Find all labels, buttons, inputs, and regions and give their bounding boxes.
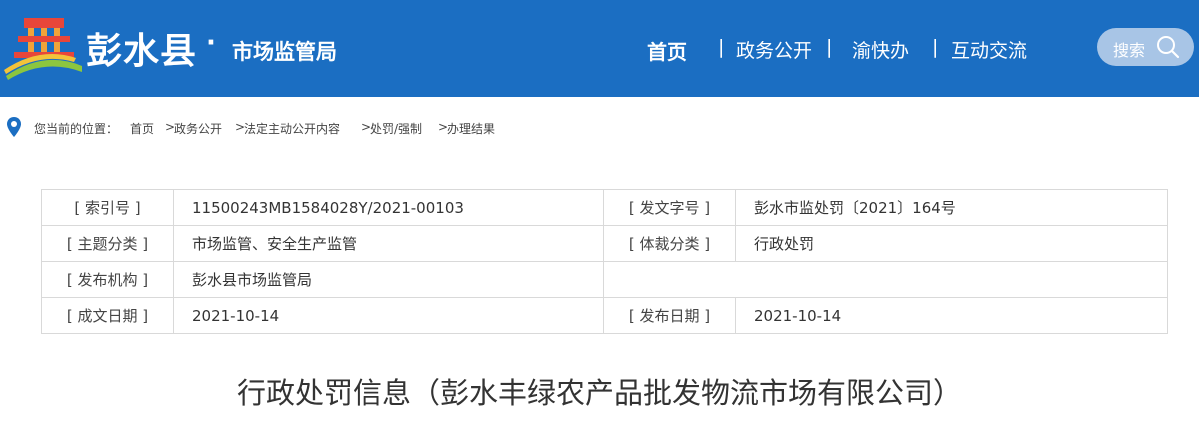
table-row: [ 主题分类 ] 市场监管、安全生产监管 [ 体裁分类 ] 行政处罚	[41, 225, 1168, 262]
info-label-index: [ 索引号 ]	[41, 189, 174, 226]
nav-separator: |	[826, 36, 833, 58]
site-name[interactable]: 彭水县	[86, 22, 197, 74]
breadcrumb-prefix: 您当前的位置：	[34, 122, 119, 136]
county-logo-icon[interactable]	[4, 14, 84, 82]
info-label-genre: [ 体裁分类 ]	[603, 225, 736, 262]
table-row: [ 索引号 ] 11500243MB1584028Y/2021-00103 [ …	[41, 189, 1168, 226]
search-label: 搜索	[1113, 41, 1146, 60]
info-value-publish-date: 2021-10-14	[735, 297, 1168, 334]
nav-separator: |	[932, 36, 939, 58]
site-header: 彭水县 · 市场监管局 首页 | 政务公开 | 渝快办 | 互动交流 搜索	[0, 0, 1199, 97]
info-label-doc-number: [ 发文字号 ]	[603, 189, 736, 226]
location-pin-icon	[7, 117, 21, 137]
info-value-doc-number: 彭水市监处罚〔2021〕164号	[735, 189, 1168, 226]
breadcrumb-item-penalty[interactable]: 处罚/强制	[370, 120, 422, 137]
info-empty-cell	[603, 261, 1168, 298]
info-value-genre: 行政处罚	[735, 225, 1168, 262]
info-label-publisher: [ 发布机构 ]	[41, 261, 174, 298]
department-name[interactable]: 市场监管局	[232, 36, 337, 66]
nav-item-interaction[interactable]: 互动交流	[951, 36, 1027, 63]
info-label-topic: [ 主题分类 ]	[41, 225, 174, 262]
breadcrumb: 您当前的位置： 首页 > 政务公开 > 法定主动公开内容 > 处罚/强制 > 办…	[0, 114, 1199, 140]
info-label-publish-date: [ 发布日期 ]	[603, 297, 736, 334]
info-value-index: 11500243MB1584028Y/2021-00103	[173, 189, 604, 226]
info-label-written-date: [ 成文日期 ]	[41, 297, 174, 334]
nav-item-gov-affairs[interactable]: 政务公开	[736, 36, 812, 63]
breadcrumb-item-home[interactable]: 首页	[130, 120, 154, 137]
document-info-table: [ 索引号 ] 11500243MB1584028Y/2021-00103 [ …	[41, 189, 1168, 334]
breadcrumb-item-results[interactable]: 办理结果	[447, 120, 495, 137]
info-value-written-date: 2021-10-14	[173, 297, 604, 334]
table-row: [ 发布机构 ] 彭水县市场监管局	[41, 261, 1168, 298]
info-value-publisher: 彭水县市场监管局	[173, 261, 604, 298]
nav-item-home[interactable]: 首页	[647, 36, 687, 65]
nav-item-yu-kuai-ban[interactable]: 渝快办	[852, 36, 909, 63]
nav-separator: |	[718, 36, 725, 58]
title-separator-dot: ·	[206, 28, 216, 58]
search-button[interactable]: 搜索	[1097, 28, 1194, 66]
breadcrumb-item-gov-affairs[interactable]: 政务公开	[174, 120, 222, 137]
breadcrumb-item-statutory[interactable]: 法定主动公开内容	[244, 120, 340, 137]
search-icon	[1157, 36, 1180, 59]
article-title: 行政处罚信息（彭水丰绿农产品批发物流市场有限公司）	[236, 376, 962, 410]
info-value-topic: 市场监管、安全生产监管	[173, 225, 604, 262]
table-row: [ 成文日期 ] 2021-10-14 [ 发布日期 ] 2021-10-14	[41, 297, 1168, 334]
